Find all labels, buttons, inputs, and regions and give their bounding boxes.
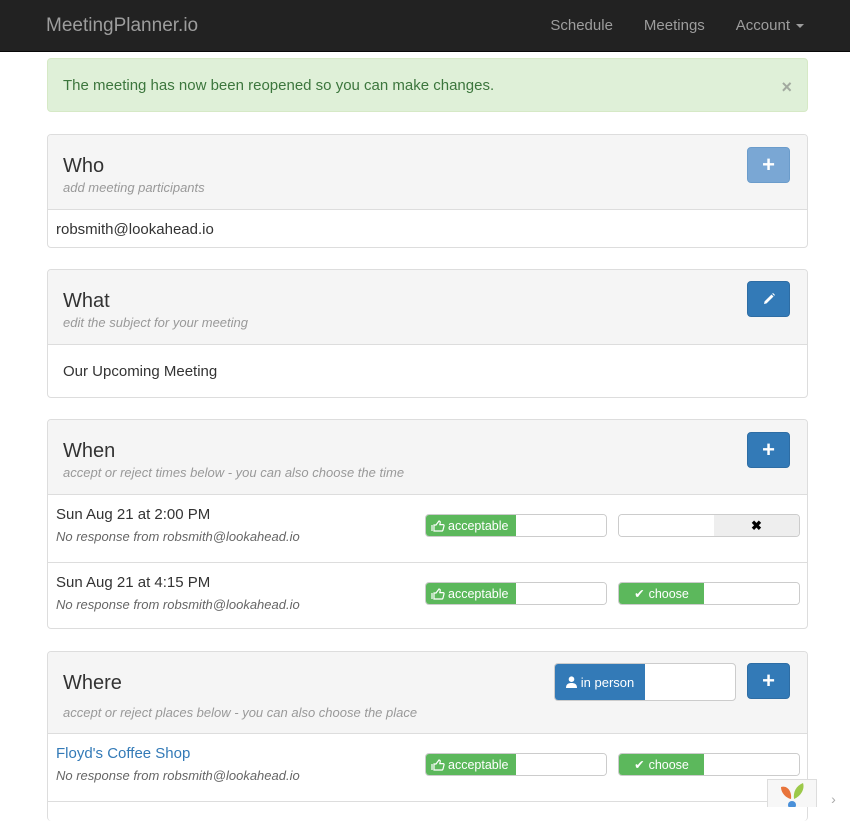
plus-icon: + bbox=[762, 152, 775, 177]
add-participant-button[interactable]: + bbox=[747, 147, 790, 183]
choose-switch[interactable]: ✖ bbox=[618, 514, 800, 537]
thumbs-up-icon bbox=[431, 587, 445, 600]
acceptable-on: acceptable bbox=[426, 754, 516, 775]
choose-on: ✔ choose bbox=[619, 583, 704, 604]
participant-email: robsmith@lookahead.io bbox=[56, 221, 214, 238]
switch-off-area bbox=[704, 754, 799, 775]
where-panel: Where accept or reject places below - yo… bbox=[47, 651, 808, 821]
choose-label: choose bbox=[648, 757, 689, 772]
time-status: No response from robsmith@lookahead.io bbox=[56, 597, 300, 612]
nav-schedule-label: Schedule bbox=[550, 17, 613, 34]
acceptable-label: acceptable bbox=[448, 757, 509, 772]
acceptable-label: acceptable bbox=[448, 586, 509, 601]
edit-subject-button[interactable] bbox=[747, 281, 790, 317]
in-person-label: in person bbox=[580, 674, 635, 690]
switch-off-area bbox=[704, 583, 799, 604]
time-row: Sun Aug 21 at 2:00 PM No response from r… bbox=[48, 495, 807, 562]
nav-meetings-label: Meetings bbox=[643, 17, 705, 34]
when-subtitle: accept or reject times below - you can a… bbox=[63, 465, 405, 480]
meeting-subject: Our Upcoming Meeting bbox=[63, 363, 218, 380]
switch-off-area bbox=[619, 515, 714, 536]
reject-x-icon: ✖ bbox=[714, 515, 799, 536]
chevron-right-icon[interactable]: › bbox=[817, 779, 850, 807]
nav-meetings[interactable]: Meetings bbox=[644, 17, 705, 34]
yii-logo-icon bbox=[781, 783, 804, 807]
add-time-button[interactable]: + bbox=[747, 432, 790, 468]
acceptable-label: acceptable bbox=[448, 518, 509, 533]
nav-schedule[interactable]: Schedule bbox=[550, 17, 613, 34]
what-subtitle: edit the subject for your meeting bbox=[63, 315, 248, 330]
who-title: Who bbox=[63, 155, 105, 177]
user-icon bbox=[565, 676, 577, 688]
plus-icon: + bbox=[762, 668, 775, 693]
in-person-on: in person bbox=[555, 664, 645, 700]
what-panel-heading: What edit the subject for your meeting bbox=[48, 270, 807, 345]
participant-row: robsmith@lookahead.io bbox=[48, 210, 807, 247]
when-panel-heading: When accept or reject times below - you … bbox=[48, 420, 807, 495]
plus-icon: + bbox=[762, 437, 775, 462]
check-icon: ✔ bbox=[634, 758, 645, 772]
where-subtitle: accept or reject places below - you can … bbox=[63, 705, 418, 720]
time-status: No response from robsmith@lookahead.io bbox=[56, 529, 300, 544]
debug-toolbar[interactable]: › bbox=[767, 779, 850, 807]
acceptable-on: acceptable bbox=[426, 515, 516, 536]
acceptable-switch[interactable]: acceptable bbox=[425, 582, 607, 605]
where-panel-heading: Where accept or reject places below - yo… bbox=[48, 652, 807, 734]
who-subtitle: add meeting participants bbox=[63, 180, 205, 195]
success-alert: The meeting has now been reopened so you… bbox=[47, 58, 808, 112]
thumbs-up-icon bbox=[431, 758, 445, 771]
time-label: Sun Aug 21 at 4:15 PM bbox=[56, 574, 211, 591]
place-status: No response from robsmith@lookahead.io bbox=[56, 768, 300, 783]
who-panel-heading: Who add meeting participants + bbox=[48, 135, 807, 210]
time-row: Sun Aug 21 at 4:15 PM No response from r… bbox=[48, 563, 807, 628]
check-icon: ✔ bbox=[634, 587, 645, 601]
when-title: When bbox=[63, 440, 116, 462]
time-label: Sun Aug 21 at 2:00 PM bbox=[56, 506, 211, 523]
brand-logo[interactable]: MeetingPlanner.io bbox=[46, 15, 198, 37]
acceptable-switch[interactable]: acceptable bbox=[425, 514, 607, 537]
acceptable-switch[interactable]: acceptable bbox=[425, 753, 607, 776]
place-link[interactable]: Floyd's Coffee Shop bbox=[56, 745, 190, 762]
close-icon[interactable]: × bbox=[781, 74, 792, 96]
pencil-icon bbox=[763, 293, 775, 304]
who-panel: Who add meeting participants + robsmith@… bbox=[47, 134, 808, 248]
choose-label: choose bbox=[648, 586, 689, 601]
in-person-switch[interactable]: in person bbox=[554, 663, 736, 701]
caret-down-icon bbox=[796, 23, 804, 28]
switch-off-area bbox=[516, 515, 606, 536]
row-divider bbox=[48, 801, 807, 802]
navbar: MeetingPlanner.io Schedule Meetings Acco… bbox=[0, 0, 850, 52]
switch-off-area bbox=[516, 583, 606, 604]
add-place-button[interactable]: + bbox=[747, 663, 790, 699]
where-title: Where bbox=[63, 672, 122, 694]
place-row: Floyd's Coffee Shop No response from rob… bbox=[48, 734, 807, 801]
thumbs-up-icon bbox=[431, 519, 445, 532]
acceptable-on: acceptable bbox=[426, 583, 516, 604]
yii-logo[interactable] bbox=[767, 779, 817, 807]
nav-account-dropdown[interactable]: Account bbox=[736, 17, 804, 34]
alert-message: The meeting has now been reopened so you… bbox=[63, 76, 495, 94]
choose-switch[interactable]: ✔ choose bbox=[618, 753, 800, 776]
switch-off-area bbox=[516, 754, 606, 775]
what-title: What bbox=[63, 290, 110, 312]
when-panel: When accept or reject times below - you … bbox=[47, 419, 808, 629]
choose-switch[interactable]: ✔ choose bbox=[618, 582, 800, 605]
what-panel: What edit the subject for your meeting O… bbox=[47, 269, 808, 398]
nav-links: Schedule Meetings Account bbox=[519, 17, 804, 34]
choose-on: ✔ choose bbox=[619, 754, 704, 775]
subject-row: Our Upcoming Meeting bbox=[48, 345, 807, 397]
nav-account-label: Account bbox=[735, 17, 790, 34]
